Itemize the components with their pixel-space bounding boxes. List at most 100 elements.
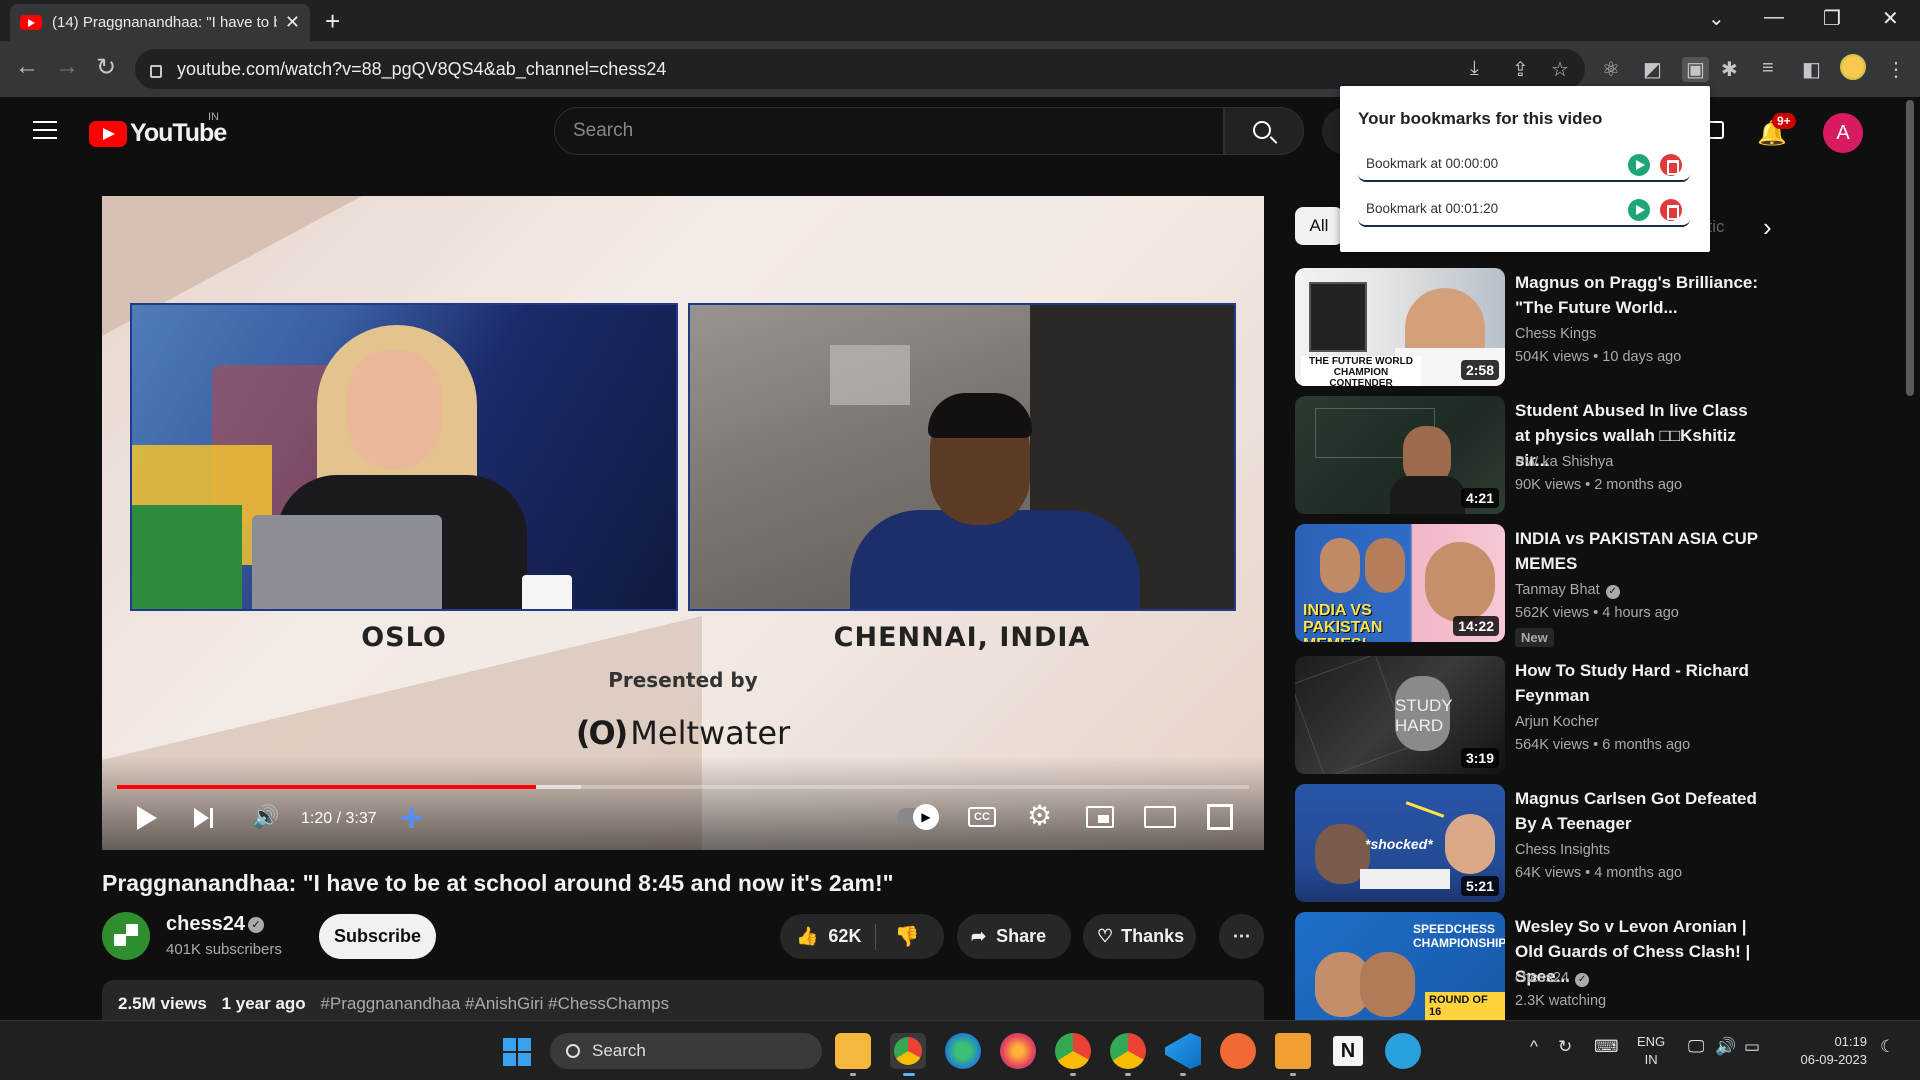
add-bookmark-icon[interactable]: + (400, 796, 423, 841)
chevron-right-icon[interactable]: › (1763, 212, 1772, 243)
windows-start-icon[interactable] (503, 1038, 531, 1066)
bookmark-extension-icon[interactable]: ▣ (1682, 57, 1709, 82)
sublime-text-icon[interactable] (1275, 1033, 1311, 1069)
show-hidden-icons-icon[interactable]: ^ (1530, 1037, 1538, 1057)
thumbs-down-icon[interactable]: 👎 (894, 924, 919, 949)
search-button[interactable] (1224, 107, 1304, 155)
video-thumbnail[interactable]: *shocked* 5:21 (1295, 784, 1505, 902)
chip-all[interactable]: All (1295, 207, 1343, 245)
fullscreen-icon[interactable] (1207, 804, 1233, 830)
play-bookmark-icon[interactable] (1628, 199, 1650, 221)
like-button[interactable]: 👍 62K (780, 914, 861, 959)
notification-center-icon[interactable]: ☾ (1880, 1037, 1895, 1057)
browser-tab[interactable]: (14) Praggnanandhaa: "I have to be at sc… (10, 4, 310, 41)
channel-avatar[interactable] (102, 912, 150, 960)
firefox-icon[interactable] (1000, 1033, 1036, 1069)
miniplayer-icon[interactable] (1086, 806, 1114, 828)
clock[interactable]: 01:19 06-09-2023 (1787, 1033, 1868, 1069)
search-input[interactable]: Search (554, 107, 1224, 155)
subscribe-button[interactable]: Subscribe (319, 914, 436, 959)
autoplay-toggle[interactable] (897, 804, 939, 830)
video-title[interactable]: Magnus on Pragg's Brilliance: "The Futur… (1515, 270, 1765, 320)
channel-name[interactable]: Arjun Kocher (1515, 714, 1599, 730)
tab-search-chevron-icon[interactable]: ⌄ (1708, 6, 1725, 31)
close-window-icon[interactable]: ✕ (1882, 6, 1899, 31)
recommendation-item[interactable]: THE FUTURE WORLD CHAMPION CONTENDER 2:58… (1295, 268, 1765, 386)
channel-name[interactable]: chess24 ✓ (1515, 970, 1590, 987)
bookmark-star-icon[interactable]: ☆ (1551, 57, 1569, 82)
network-icon[interactable]: 🖵 (1688, 1037, 1704, 1057)
chrome-profile-icon[interactable] (1055, 1033, 1091, 1069)
recommendation-item[interactable]: *shocked* 5:21 Magnus Carlsen Got Defeat… (1295, 784, 1765, 902)
react-devtools-extension-icon[interactable]: ⚛ (1602, 57, 1620, 82)
share-button[interactable]: ➦ Share (957, 914, 1071, 959)
vscode-icon[interactable] (1165, 1033, 1201, 1069)
channel-name[interactable]: Tanmay Bhat ✓ (1515, 582, 1620, 599)
video-thumbnail[interactable]: INDIA VS PAKISTAN MEMES! 14:22 (1295, 524, 1505, 642)
more-actions-button[interactable]: ⋯ (1219, 914, 1264, 959)
extension-icon[interactable]: ◩ (1643, 57, 1662, 82)
forward-icon[interactable]: → (55, 53, 79, 81)
delete-bookmark-icon[interactable] (1660, 199, 1682, 221)
subtitles-icon[interactable]: CC (968, 807, 996, 827)
video-thumbnail[interactable]: STUDY HARD 3:19 (1295, 656, 1505, 774)
menu-icon[interactable] (33, 121, 57, 139)
notion-icon[interactable]: N (1330, 1033, 1366, 1069)
volume-tray-icon[interactable]: 🔊 (1715, 1037, 1736, 1057)
restore-icon[interactable]: ❐ (1823, 6, 1841, 31)
minimize-icon[interactable]: — (1764, 6, 1784, 29)
delete-bookmark-icon[interactable] (1660, 154, 1682, 176)
play-icon[interactable] (137, 806, 157, 830)
hashtags[interactable]: #Praggnanandhaa #AnishGiri #ChessChamps (320, 994, 669, 1013)
chrome-profile-icon[interactable] (1110, 1033, 1146, 1069)
extensions-puzzle-icon[interactable]: ✱ (1721, 57, 1738, 82)
youtube-logo[interactable]: YouTube (89, 119, 227, 148)
scrollbar-thumb[interactable] (1906, 100, 1914, 396)
recommendation-item[interactable]: SPEEDCHESS CHAMPIONSHIP ROUND OF 16 Wesl… (1295, 912, 1765, 1020)
video-thumbnail[interactable]: 4:21 (1295, 396, 1505, 514)
share-page-icon[interactable]: ⇪ (1512, 57, 1529, 82)
video-title[interactable]: Magnus Carlsen Got Defeated By A Teenage… (1515, 786, 1765, 836)
browser-profile-avatar[interactable] (1840, 54, 1866, 80)
channel-name[interactable]: chess24 (166, 913, 245, 936)
video-thumbnail[interactable]: SPEEDCHESS CHAMPIONSHIP ROUND OF 16 (1295, 912, 1505, 1020)
video-title[interactable]: INDIA vs PAKISTAN ASIA CUP MEMES (1515, 526, 1765, 576)
install-app-icon[interactable]: ⤓ (1470, 57, 1479, 80)
settings-gear-icon[interactable]: ⚙ (1027, 799, 1052, 832)
reading-list-icon[interactable]: ≡ (1762, 57, 1774, 80)
lock-icon[interactable] (150, 64, 162, 78)
recommendation-item[interactable]: STUDY HARD 3:19 How To Study Hard - Rich… (1295, 656, 1765, 774)
chrome-menu-icon[interactable]: ⋮ (1886, 57, 1906, 82)
video-player[interactable]: OSLO CHENNAI, INDIA Presented by (O) Melt… (102, 196, 1264, 850)
channel-name[interactable]: Chess Insights (1515, 842, 1610, 858)
sync-icon[interactable]: ↻ (1558, 1037, 1572, 1057)
video-thumbnail[interactable]: THE FUTURE WORLD CHAMPION CONTENDER 2:58 (1295, 268, 1505, 386)
taskbar-search[interactable]: Search (550, 1033, 822, 1069)
keyboard-icon[interactable]: ⌨ (1594, 1037, 1619, 1057)
channel-name[interactable]: Chess Kings (1515, 326, 1596, 342)
play-bookmark-icon[interactable] (1628, 154, 1650, 176)
chrome-active-tile[interactable] (890, 1033, 926, 1069)
thanks-button[interactable]: ♡ Thanks (1083, 914, 1196, 959)
next-video-icon[interactable] (194, 808, 216, 828)
video-title[interactable]: How To Study Hard - Richard Feynman (1515, 658, 1765, 708)
url-text[interactable]: youtube.com/watch?v=88_pgQV8QS4&ab_chann… (177, 59, 666, 80)
new-tab-icon[interactable]: + (325, 6, 340, 37)
telegram-icon[interactable] (1385, 1033, 1421, 1069)
file-explorer-icon[interactable] (835, 1033, 871, 1069)
reload-icon[interactable]: ↻ (96, 53, 116, 82)
channel-name[interactable]: PW ka Shishya (1515, 454, 1613, 470)
progress-bar[interactable] (117, 785, 1249, 789)
theater-mode-icon[interactable] (1144, 806, 1176, 828)
edge-icon[interactable] (945, 1033, 981, 1069)
recommendation-item[interactable]: 4:21 Student Abused In live Class at phy… (1295, 396, 1765, 514)
account-avatar[interactable]: A (1823, 113, 1863, 153)
side-panel-icon[interactable]: ◧ (1802, 57, 1821, 82)
address-bar[interactable]: youtube.com/watch?v=88_pgQV8QS4&ab_chann… (135, 49, 1585, 89)
tab-close-icon[interactable]: ✕ (285, 12, 300, 33)
back-icon[interactable]: ← (15, 53, 39, 81)
input-language[interactable]: ENG IN (1637, 1033, 1665, 1069)
postman-icon[interactable] (1220, 1033, 1256, 1069)
recommendation-item[interactable]: INDIA VS PAKISTAN MEMES! 14:22 INDIA vs … (1295, 524, 1765, 647)
battery-icon[interactable]: ▭ (1744, 1037, 1760, 1057)
